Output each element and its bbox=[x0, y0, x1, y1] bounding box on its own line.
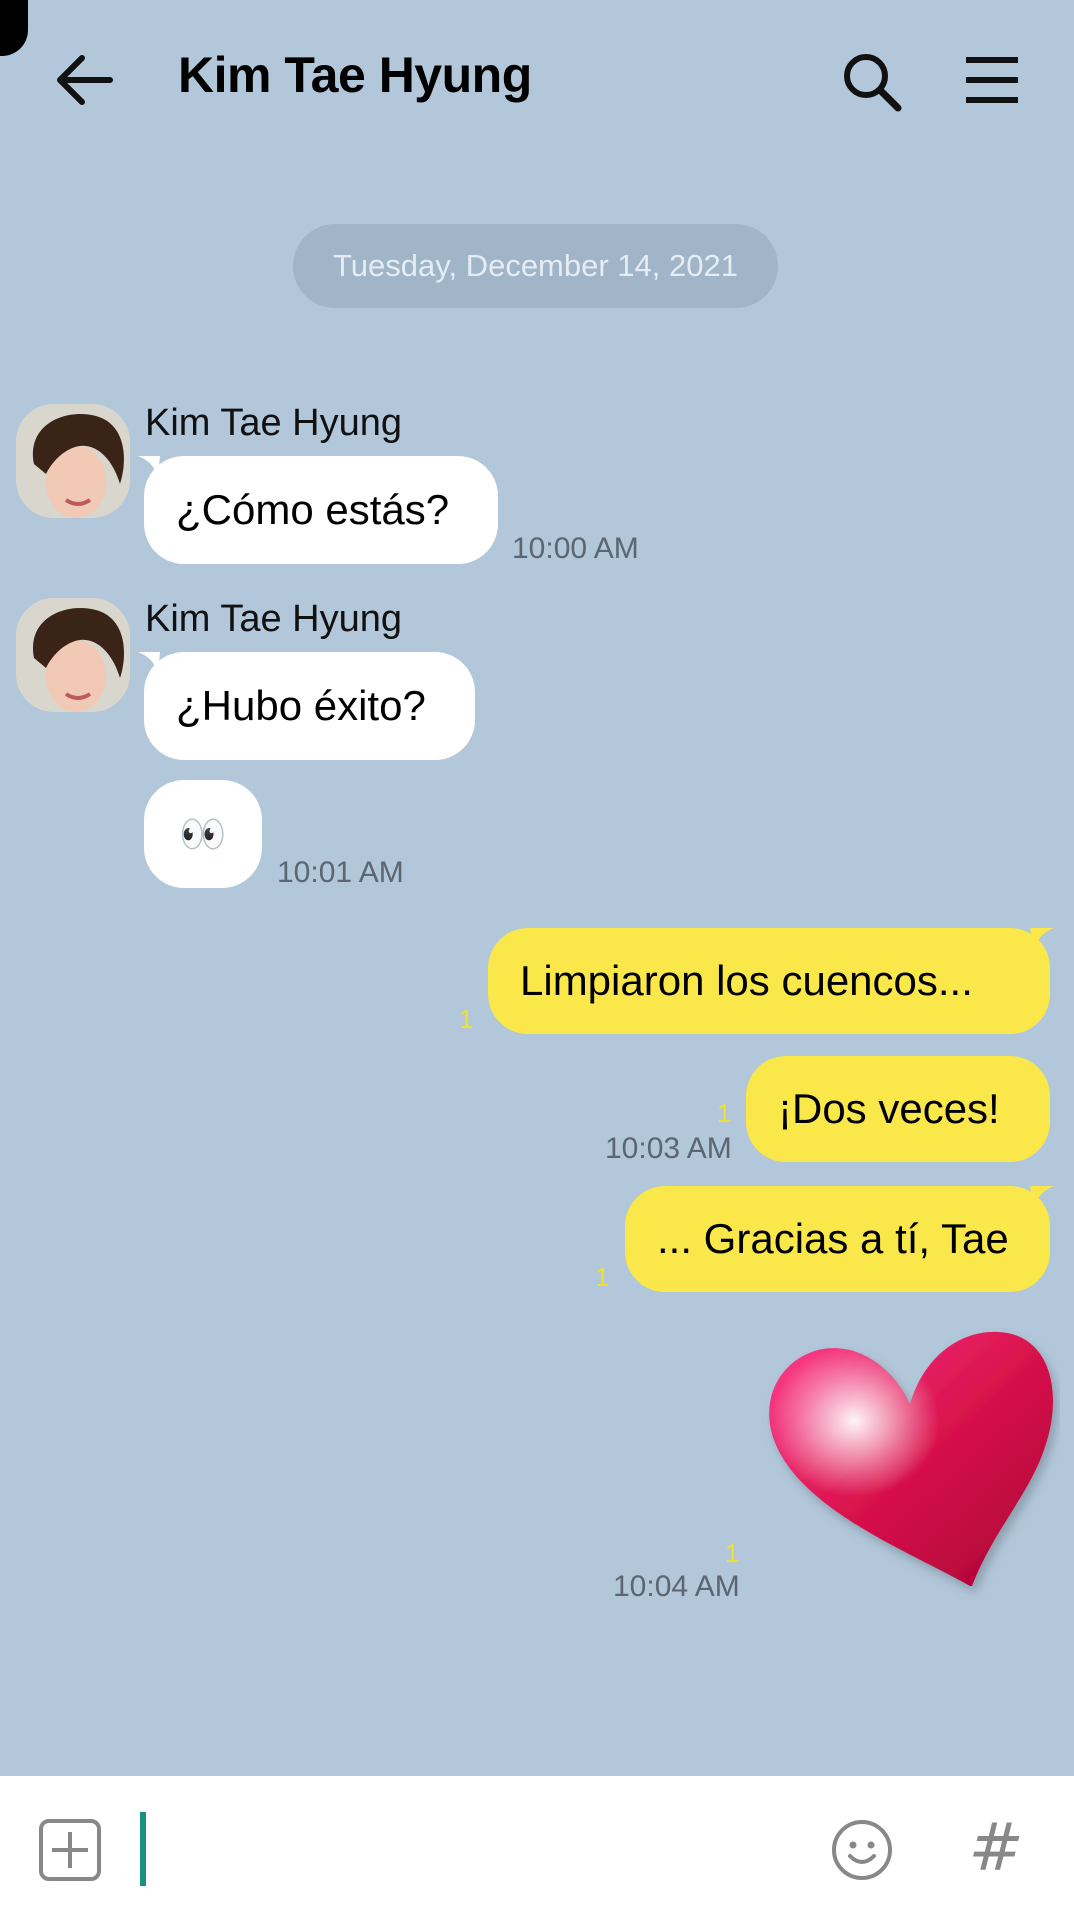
add-button[interactable] bbox=[38, 1818, 102, 1882]
date-separator: Tuesday, December 14, 2021 bbox=[293, 224, 778, 308]
message-text: Limpiaron los cuencos... bbox=[520, 957, 973, 1004]
bubble-tail bbox=[1030, 1186, 1054, 1208]
unread-count: 1 bbox=[459, 1004, 474, 1034]
heart-sticker[interactable] bbox=[760, 1320, 1060, 1600]
back-arrow-icon bbox=[57, 55, 113, 105]
hashtag-button[interactable]: # bbox=[966, 1808, 1026, 1888]
avatar[interactable] bbox=[16, 404, 130, 518]
eyes-emoji: 👀 bbox=[179, 811, 227, 856]
chat-title: Kim Tae Hyung bbox=[178, 47, 532, 103]
back-button[interactable] bbox=[48, 42, 128, 122]
message-time: 10:04 AM bbox=[613, 1570, 740, 1603]
message-bubble[interactable]: ¿Cómo estás? bbox=[144, 456, 498, 564]
message-text: ¡Dos veces! bbox=[778, 1085, 1000, 1132]
message-time: 10:01 AM bbox=[277, 856, 404, 889]
avatar[interactable] bbox=[16, 598, 130, 712]
unread-count: 1 bbox=[725, 1538, 740, 1568]
avatar-image bbox=[16, 598, 130, 712]
bubble-tail bbox=[1030, 928, 1054, 950]
unread-count: 1 bbox=[595, 1262, 610, 1292]
unread-count: 1 bbox=[717, 1098, 732, 1128]
message-text: ... Gracias a tí, Tae bbox=[657, 1215, 1009, 1262]
add-icon bbox=[39, 1819, 101, 1881]
message-bubble[interactable]: ¡Dos veces! bbox=[746, 1056, 1050, 1162]
message-bubble[interactable]: ... Gracias a tí, Tae bbox=[625, 1186, 1050, 1292]
message-time: 10:03 AM bbox=[605, 1132, 732, 1165]
status-corner bbox=[0, 0, 28, 56]
menu-button[interactable] bbox=[952, 42, 1032, 122]
menu-icon bbox=[966, 57, 1018, 103]
message-text: ¿Hubo éxito? bbox=[176, 682, 426, 729]
message-input-field[interactable] bbox=[140, 1812, 146, 1886]
emoji-icon bbox=[832, 1820, 892, 1880]
message-bubble[interactable]: ¿Hubo éxito? bbox=[144, 652, 475, 760]
emoji-button[interactable] bbox=[830, 1818, 894, 1882]
message-bubble[interactable]: 👀 bbox=[144, 780, 262, 888]
message-text: ¿Cómo estás? bbox=[176, 486, 450, 533]
hashtag-icon: # bbox=[968, 1809, 1024, 1886]
avatar-image bbox=[16, 404, 130, 518]
message-time: 10:00 AM bbox=[512, 532, 639, 565]
sender-name: Kim Tae Hyung bbox=[145, 402, 402, 444]
heart-icon bbox=[769, 1331, 1054, 1586]
sender-name: Kim Tae Hyung bbox=[145, 598, 402, 640]
message-input-bar bbox=[0, 1776, 1074, 1920]
search-icon bbox=[844, 54, 902, 112]
message-bubble[interactable]: Limpiaron los cuencos... bbox=[488, 928, 1050, 1034]
chat-header: Kim Tae Hyung bbox=[0, 0, 1074, 160]
search-button[interactable] bbox=[832, 42, 912, 122]
